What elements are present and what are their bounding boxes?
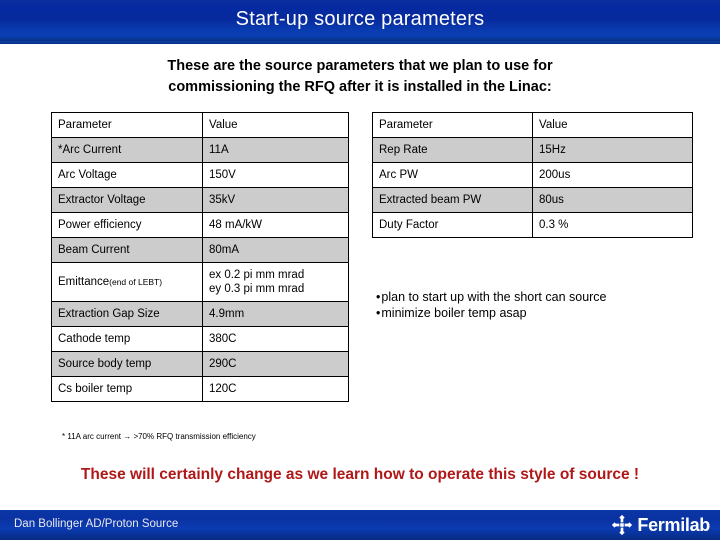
cell-parameter: Cathode temp	[51, 326, 203, 352]
right-parameters-table: Parameter Value Rep Rate 15Hz Arc PW 200…	[372, 112, 693, 238]
cell-parameter: Cs boiler temp	[51, 376, 203, 402]
subtitle-block: These are the source parameters that we …	[0, 56, 720, 98]
closing-statement: These will certainly change as we learn …	[80, 466, 640, 483]
table-row: Power efficiency 48 mA/kW	[51, 212, 349, 238]
cell-value: 290C	[202, 351, 349, 377]
cell-value: 150V	[202, 162, 349, 188]
table-header-row: Parameter Value	[51, 112, 349, 138]
cell-value: 80mA	[202, 237, 349, 263]
emittance-note: (end of LEBT)	[109, 277, 163, 287]
cell-parameter: Source body temp	[51, 351, 203, 377]
column-header-parameter: Parameter	[51, 112, 203, 138]
table-row: Duty Factor 0.3 %	[372, 212, 693, 238]
cell-parameter: Beam Current	[51, 237, 203, 263]
bullet-list: •plan to start up with the short can sou…	[376, 289, 696, 321]
cell-value: 4.9mm	[202, 301, 349, 327]
cell-parameter: Power efficiency	[51, 212, 203, 238]
column-header-parameter: Parameter	[372, 112, 533, 138]
cell-value: 48 mA/kW	[202, 212, 349, 238]
slide-title-bar: Start-up source parameters	[0, 0, 720, 41]
emittance-x: ex 0.2 pi mm mrad	[209, 269, 305, 281]
column-header-value: Value	[532, 112, 693, 138]
cell-parameter: Extraction Gap Size	[51, 301, 203, 327]
table-row: Source body temp 290C	[51, 351, 349, 377]
cell-parameter: *Arc Current	[51, 137, 203, 163]
table-row: Extraction Gap Size 4.9mm	[51, 301, 349, 327]
cell-parameter: Extracted beam PW	[372, 187, 533, 213]
title-underline	[0, 41, 720, 44]
left-parameters-table: Parameter Value *Arc Current 11A Arc Vol…	[51, 112, 349, 402]
cell-parameter: Arc Voltage	[51, 162, 203, 188]
footnote: * 11A arc current → >70% RFQ transmissio…	[62, 432, 256, 441]
column-header-value: Value	[202, 112, 349, 138]
table-row: Arc PW 200us	[372, 162, 693, 188]
cell-value: 0.3 %	[532, 212, 693, 238]
subtitle-line-2: commissioning the RFQ after it is instal…	[168, 79, 552, 95]
list-item: •plan to start up with the short can sou…	[376, 289, 696, 305]
table-row: Rep Rate 15Hz	[372, 137, 693, 163]
bullet-dot-icon: •	[376, 290, 381, 304]
table-header-row: Parameter Value	[372, 112, 693, 138]
table-row-emittance: Emittance(end of LEBT) ex 0.2 pi mm mrad…	[51, 262, 349, 302]
cell-value: 80us	[532, 187, 693, 213]
cell-parameter: Extractor Voltage	[51, 187, 203, 213]
emittance-label: Emittance	[58, 276, 110, 288]
fermilab-brand: Fermilab	[611, 514, 710, 536]
cell-value: 15Hz	[532, 137, 693, 163]
cell-value: 11A	[202, 137, 349, 163]
cell-parameter-emittance: Emittance(end of LEBT)	[51, 262, 203, 302]
fermilab-logo-icon	[611, 514, 633, 536]
table-row: *Arc Current 11A	[51, 137, 349, 163]
table-row: Beam Current 80mA	[51, 237, 349, 263]
table-row: Cathode temp 380C	[51, 326, 349, 352]
bullet-dot-icon: •	[376, 306, 381, 320]
bullet-text: minimize boiler temp asap	[381, 306, 527, 320]
cell-value: 200us	[532, 162, 693, 188]
fermilab-wordmark: Fermilab	[637, 515, 710, 535]
table-row: Cs boiler temp 120C	[51, 376, 349, 402]
cell-value: 120C	[202, 376, 349, 402]
page-title: Start-up source parameters	[235, 8, 485, 30]
bullet-text: plan to start up with the short can sour…	[381, 290, 607, 304]
cell-value: 35kV	[202, 187, 349, 213]
footer-author: Dan Bollinger AD/Proton Source	[14, 518, 179, 530]
subtitle-line-1: These are the source parameters that we …	[167, 58, 553, 74]
cell-value-emittance: ex 0.2 pi mm mrad ey 0.3 pi mm mrad	[202, 262, 349, 302]
cell-parameter: Duty Factor	[372, 212, 533, 238]
cell-value: 380C	[202, 326, 349, 352]
cell-parameter: Rep Rate	[372, 137, 533, 163]
table-row: Arc Voltage 150V	[51, 162, 349, 188]
cell-parameter: Arc PW	[372, 162, 533, 188]
table-row: Extracted beam PW 80us	[372, 187, 693, 213]
table-row: Extractor Voltage 35kV	[51, 187, 349, 213]
list-item: •minimize boiler temp asap	[376, 305, 696, 321]
emittance-y: ey 0.3 pi mm mrad	[209, 283, 305, 295]
